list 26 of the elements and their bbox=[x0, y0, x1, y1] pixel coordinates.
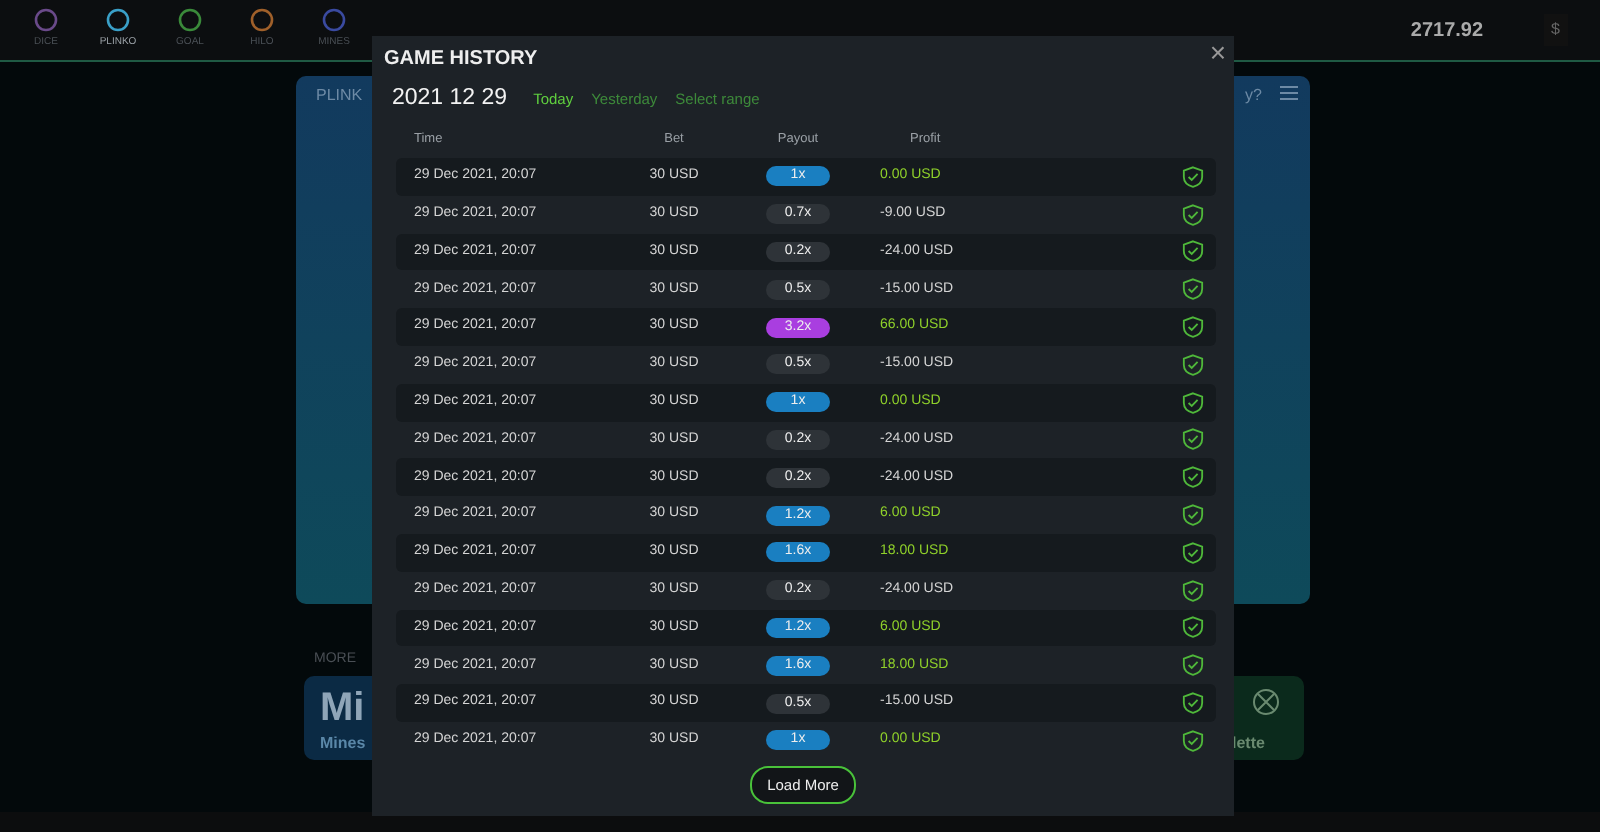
menu-icon[interactable] bbox=[1280, 86, 1298, 100]
date-label: 2021 12 29 bbox=[392, 84, 508, 114]
shield-check-icon[interactable] bbox=[1182, 316, 1204, 339]
shield-check-icon[interactable] bbox=[1182, 165, 1204, 188]
dialog-title: GAME HISTORY bbox=[384, 46, 538, 74]
shield-check-icon[interactable] bbox=[1182, 353, 1204, 376]
shield-check-icon[interactable] bbox=[1182, 654, 1204, 677]
game-title: PLINK bbox=[316, 84, 363, 108]
currency-button[interactable]: $ bbox=[1543, 14, 1568, 46]
shield-check-icon[interactable] bbox=[1182, 541, 1204, 564]
shield-check-icon[interactable] bbox=[1182, 278, 1204, 301]
game-text: y? bbox=[1245, 84, 1262, 108]
shield-check-icon[interactable] bbox=[1182, 504, 1204, 527]
shield-check-icon[interactable] bbox=[1182, 616, 1204, 639]
shield-check-icon[interactable] bbox=[1182, 428, 1204, 451]
card-label: Mines bbox=[320, 732, 366, 756]
balance-amount: 2717.92 bbox=[1410, 17, 1484, 45]
card-title: Mi bbox=[320, 688, 365, 728]
shield-check-icon[interactable] bbox=[1182, 579, 1204, 602]
close-button[interactable]: × bbox=[1209, 38, 1226, 66]
shield-check-icon[interactable] bbox=[1182, 240, 1204, 263]
shield-check-icon[interactable] bbox=[1182, 391, 1204, 414]
shield-check-icon[interactable] bbox=[1182, 203, 1204, 226]
shield-check-icon[interactable] bbox=[1182, 692, 1204, 715]
shield-check-icon[interactable] bbox=[1182, 466, 1204, 489]
shield-check-icon[interactable] bbox=[1182, 729, 1204, 752]
